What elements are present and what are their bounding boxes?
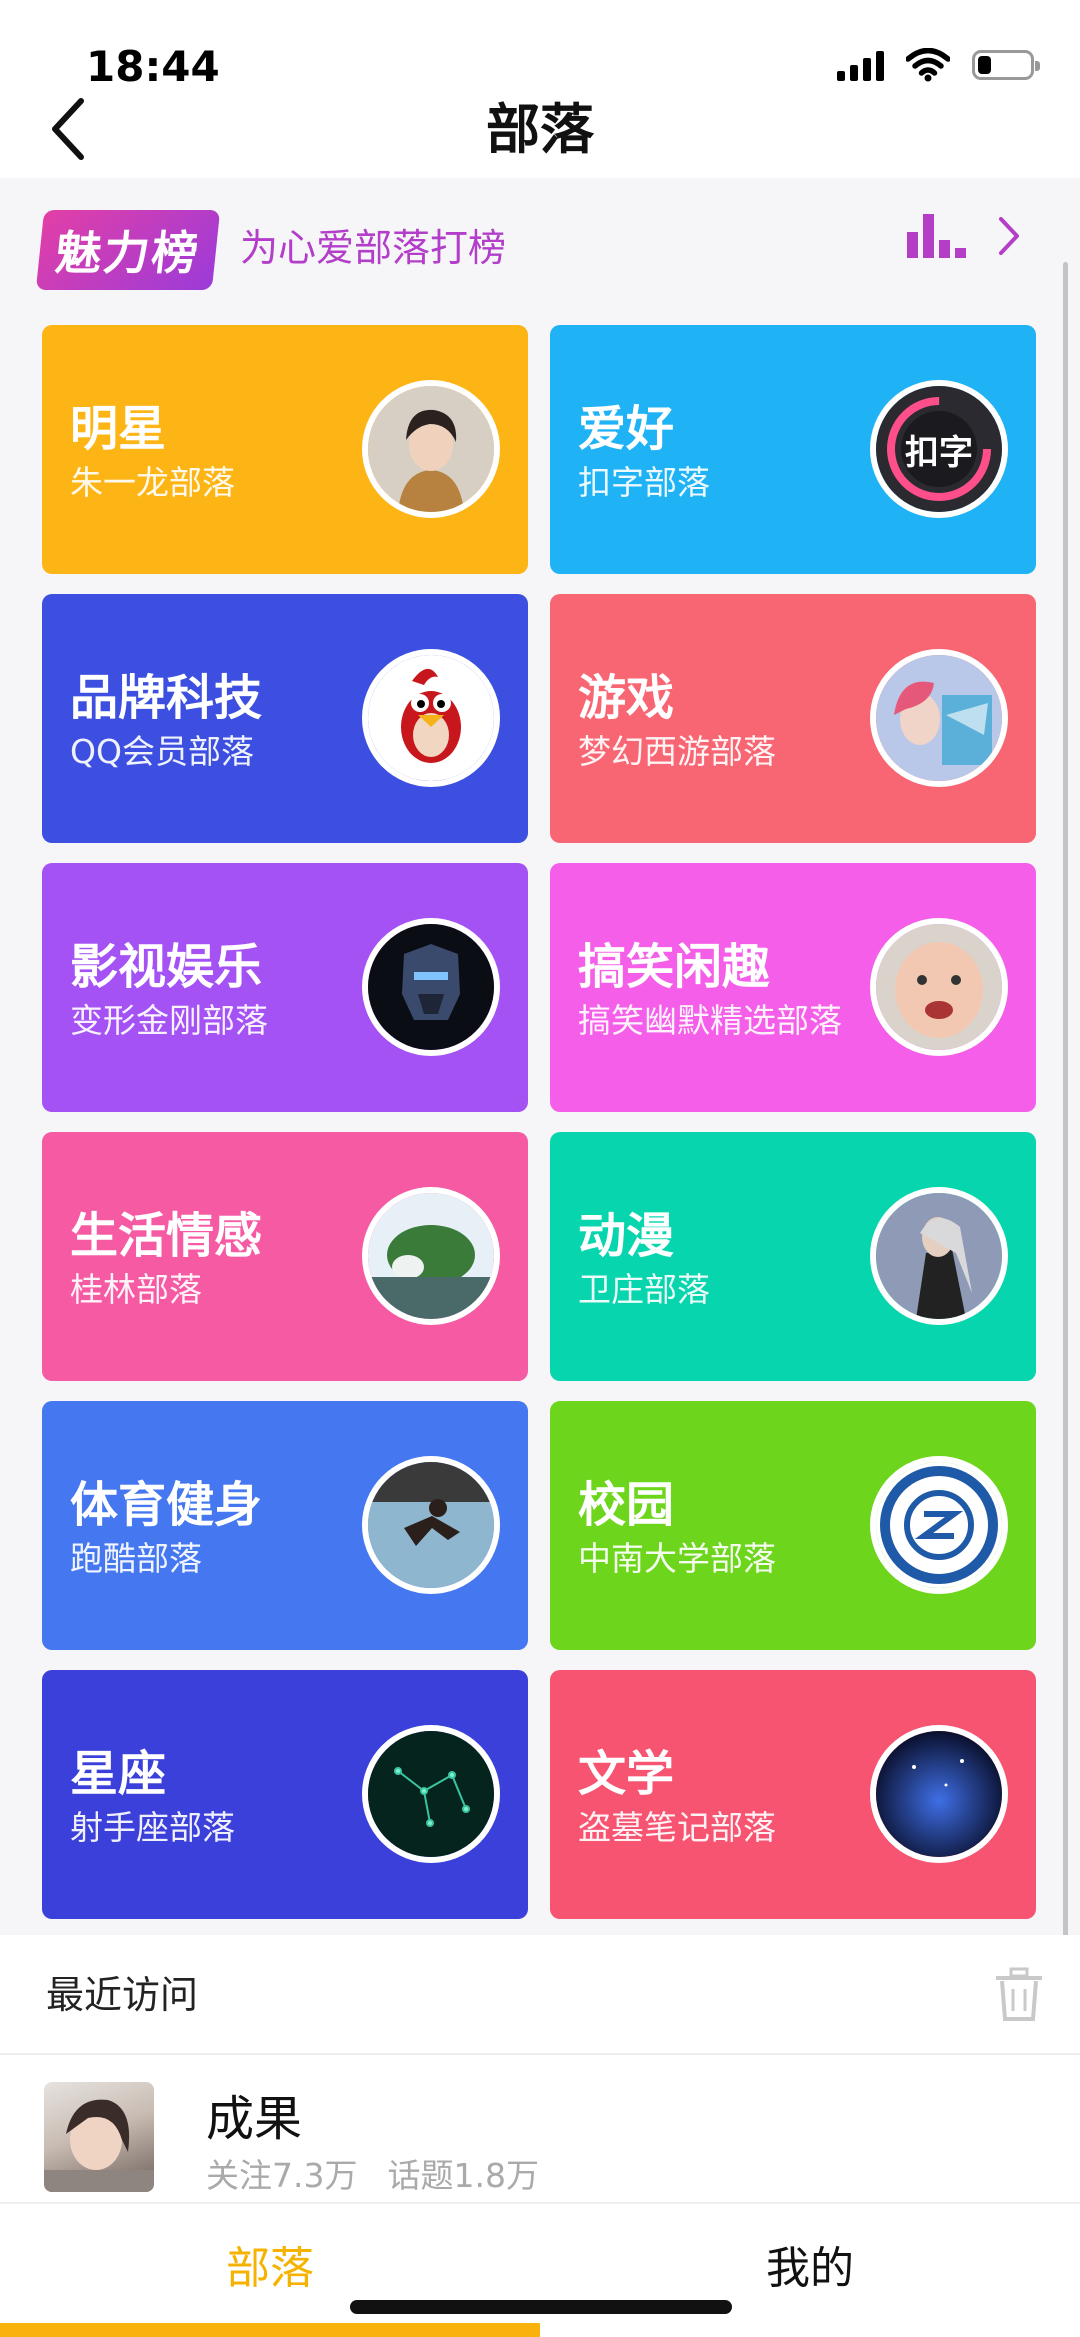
tribe-category: 明星	[70, 401, 167, 457]
tribe-category: 校园	[578, 1477, 675, 1533]
tribe-card[interactable]: 明星 朱一龙部落	[42, 325, 528, 574]
constellation-avatar-icon	[362, 1725, 500, 1863]
recent-tribe-thumbnail	[44, 2082, 154, 2192]
tribe-card[interactable]: 动漫 卫庄部落	[550, 1132, 1036, 1381]
tribe-name: 跑酷部落	[70, 1539, 202, 1578]
scrollbar[interactable]	[1063, 262, 1068, 1942]
recent-visits-header: 最近访问	[0, 1935, 1080, 2055]
charm-rank-slogan: 为心爱部落打榜	[240, 226, 507, 270]
charm-rank-logo: 魅力榜	[35, 210, 221, 290]
tribe-card[interactable]: 体育健身 跑酷部落	[42, 1401, 528, 1650]
tribe-name: QQ会员部落	[70, 732, 254, 771]
tribe-name: 搞笑幽默精选部落	[578, 1001, 842, 1040]
bottom-tab-bar: 部落 我的	[0, 2202, 1080, 2337]
gauge-avatar-icon: 扣字	[870, 380, 1008, 518]
tribe-card[interactable]: 爱好扣字部落 扣字	[550, 325, 1036, 574]
tribe-screen: 18:44 部落 魅力榜 为心爱部落打榜 明星 朱一龙部落 爱好 扣字部落 扣字…	[0, 0, 1080, 2337]
charm-rank-button[interactable]	[907, 214, 1020, 258]
battery-level	[978, 56, 991, 74]
tribe-category: 体育健身	[70, 1477, 263, 1533]
recent-tribe-name: 成果	[206, 2091, 303, 2147]
tribe-card[interactable]: 星座 射手座部落	[42, 1670, 528, 1919]
clear-recent-button[interactable]	[992, 1967, 1046, 2023]
tribe-name: 中南大学部落	[578, 1539, 776, 1578]
tribe-card[interactable]: 影视娱乐变形金刚部落	[42, 863, 528, 1112]
tribe-category: 游戏	[578, 670, 675, 726]
anime-game-avatar-icon	[870, 649, 1008, 787]
avatar-label: 扣字	[905, 432, 973, 473]
tribe-category: 影视娱乐	[70, 939, 263, 995]
bar-chart-icon	[907, 214, 966, 258]
active-tab-indicator	[0, 2323, 540, 2337]
tribe-category: 文学	[578, 1746, 675, 1802]
page-title: 部落	[486, 98, 594, 161]
parkour-avatar-icon	[362, 1456, 500, 1594]
tribe-name: 盗墓笔记部落	[578, 1808, 776, 1847]
tribe-card[interactable]: 搞笑闲趣搞笑幽默精选部落	[550, 863, 1036, 1112]
tribe-card[interactable]: 游戏 梦幻西游部落	[550, 594, 1036, 843]
tab-tribe[interactable]: 部落	[0, 2204, 540, 2334]
tribe-card[interactable]: 品牌科技 QQ会员部落	[42, 594, 528, 843]
wifi-icon	[906, 48, 950, 82]
tribe-name: 变形金刚部落	[70, 1001, 268, 1040]
chevron-right-icon	[999, 217, 1019, 255]
tribe-category: 爱好	[578, 401, 675, 457]
tribe-name: 射手座部落	[70, 1808, 235, 1847]
portrait-avatar-icon	[362, 380, 500, 518]
tribe-name: 卫庄部落	[578, 1270, 710, 1309]
recent-tribe-stats: 关注7.3万 话题1.8万	[206, 2149, 539, 2197]
recent-visits-title: 最近访问	[46, 1973, 199, 2017]
tribe-name: 扣字部落	[578, 463, 710, 502]
robot-avatar-icon	[362, 918, 500, 1056]
tribe-category: 搞笑闲趣	[578, 939, 771, 995]
battery-icon	[972, 50, 1040, 80]
tribe-category: 品牌科技	[70, 670, 263, 726]
tribe-name: 梦幻西游部落	[578, 732, 776, 771]
university-badge-avatar-icon	[870, 1456, 1008, 1594]
tribe-card[interactable]: 校园 中南大学部落	[550, 1401, 1036, 1650]
tribe-name: 朱一龙部落	[70, 463, 235, 502]
tribe-category: 星座	[70, 1746, 167, 1802]
status-icons	[837, 48, 1040, 82]
tribe-grid: 明星 朱一龙部落 爱好 扣字部落 扣字 品牌科技 QQ会员部落 游戏 梦幻西游部落 影视娱乐 变形金…	[42, 325, 1038, 1919]
charm-rank-banner[interactable]: 魅力榜 为心爱部落打榜	[0, 190, 1080, 300]
follow-count: 关注7.3万	[206, 2156, 358, 2195]
trash-icon	[996, 1967, 1042, 2021]
baby-avatar-icon	[870, 918, 1008, 1056]
tab-mine[interactable]: 我的	[540, 2204, 1080, 2334]
tribe-card[interactable]: 文学 盗墓笔记部落	[550, 1670, 1036, 1919]
tribe-card[interactable]: 生活情感 桂林部落	[42, 1132, 528, 1381]
topic-count: 话题1.8万	[387, 2156, 539, 2195]
anime-avatar-icon	[870, 1187, 1008, 1325]
recent-visit-item[interactable]: 成果 关注7.3万 话题1.8万	[0, 2057, 1080, 2202]
tribe-name: 桂林部落	[70, 1270, 202, 1309]
home-indicator[interactable]	[350, 2300, 732, 2314]
penguin-avatar-icon	[362, 649, 500, 787]
night-sky-avatar-icon	[870, 1725, 1008, 1863]
tribe-category: 动漫	[578, 1208, 675, 1264]
landscape-avatar-icon	[362, 1187, 500, 1325]
tribe-category: 生活情感	[70, 1208, 263, 1264]
nav-bar: 部落	[0, 80, 1080, 180]
cellular-signal-icon	[837, 49, 884, 81]
